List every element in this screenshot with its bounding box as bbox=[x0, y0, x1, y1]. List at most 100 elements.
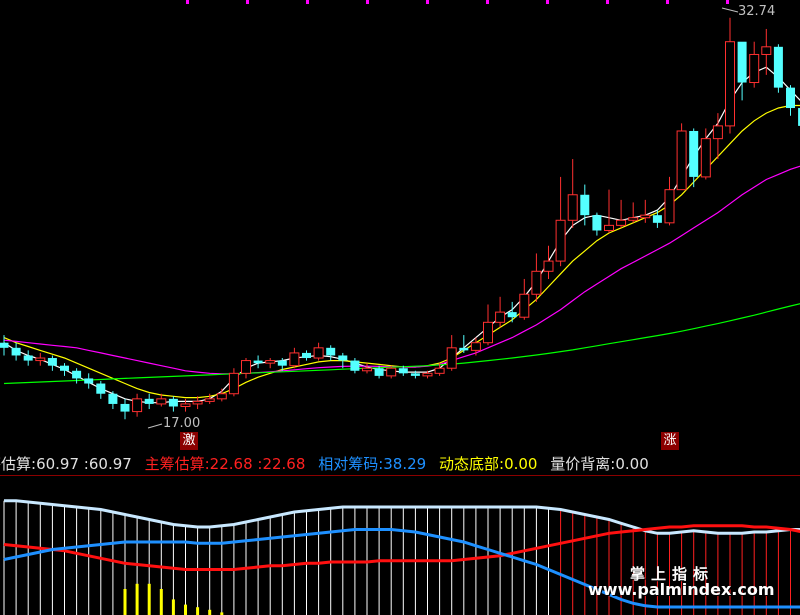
indicator-readout-bar: 筹估算:60.97 :60.97 主筹估算:22.68 :22.68 相对筹码:… bbox=[0, 453, 800, 475]
candle-body-up bbox=[725, 41, 735, 127]
candle-body-down bbox=[60, 365, 69, 371]
candle-body-up bbox=[265, 360, 276, 364]
candle-body-up bbox=[35, 357, 46, 362]
volume-price-divergence-value: 0.00 bbox=[615, 455, 649, 473]
relative-chip-label: 相对筹码 bbox=[318, 455, 379, 473]
candle-body-up bbox=[241, 360, 251, 374]
top-marker bbox=[366, 0, 369, 4]
candle-body-up bbox=[156, 398, 167, 405]
candle-body-down bbox=[580, 194, 590, 216]
stock-chart-window: { "indicator_bar": { "item1": {"label":"… bbox=[0, 0, 800, 615]
candle-body-up bbox=[289, 352, 300, 367]
candle-body-up bbox=[313, 347, 324, 359]
candle-body-up bbox=[204, 398, 215, 402]
candle-body-down bbox=[253, 360, 263, 364]
price-chart bbox=[0, 0, 800, 615]
candle-body-up bbox=[700, 138, 711, 178]
candle-body-down bbox=[120, 403, 130, 412]
candle-body-down bbox=[108, 393, 118, 404]
candle-body-up bbox=[531, 270, 542, 295]
candle-body-up bbox=[712, 125, 723, 140]
candle-body-down bbox=[350, 360, 360, 371]
top-marker bbox=[186, 0, 189, 4]
candle-body-down bbox=[689, 130, 699, 177]
chip-estimate-value2: 60.97 bbox=[88, 455, 132, 473]
ma-line-ma20 bbox=[3, 165, 800, 375]
chip-estimate-label: 筹估算 bbox=[0, 455, 32, 473]
ma-line-ma5 bbox=[3, 66, 800, 404]
top-marker bbox=[726, 0, 729, 4]
top-marker bbox=[306, 0, 309, 4]
main-chip-value2: 22.68 bbox=[262, 455, 306, 473]
candle-body-down bbox=[459, 347, 469, 351]
candle-body-up bbox=[362, 367, 372, 372]
candle-body-up bbox=[495, 311, 506, 323]
watermark-url: www.palmindex.com bbox=[588, 580, 775, 599]
candle-body-down bbox=[11, 347, 21, 356]
candle-body-down bbox=[84, 378, 94, 384]
candle-body-up bbox=[180, 403, 191, 407]
candle-body-up bbox=[555, 219, 566, 262]
candle-body-up bbox=[628, 217, 639, 221]
high-price-label: 32.74 bbox=[738, 4, 776, 19]
candle-body-down bbox=[277, 360, 287, 366]
candle-body-up bbox=[483, 321, 493, 344]
low-pointer bbox=[147, 423, 163, 429]
candle-body-up bbox=[567, 194, 578, 221]
candle-body-down bbox=[398, 368, 408, 374]
main-chip-label: 主筹估算 bbox=[144, 455, 205, 473]
candle-body-down bbox=[144, 398, 154, 404]
high-pointer bbox=[721, 7, 739, 13]
pane-divider bbox=[0, 475, 800, 476]
candle-body-up bbox=[192, 400, 203, 405]
candle-body-up bbox=[132, 398, 143, 413]
top-marker bbox=[666, 0, 669, 4]
candle-body-down bbox=[592, 215, 602, 231]
candle-body-up bbox=[676, 130, 687, 191]
top-marker bbox=[606, 0, 609, 4]
top-marker bbox=[426, 0, 429, 4]
chip-estimate-value1: 60.97 bbox=[36, 455, 80, 473]
relative-chip-value: 38.29 bbox=[383, 455, 427, 473]
candle-body-up bbox=[434, 367, 445, 374]
candle-body-down bbox=[0, 342, 9, 348]
candle-body-down bbox=[96, 383, 106, 394]
dynamic-bottom-label: 动态底部 bbox=[439, 455, 500, 473]
top-marker bbox=[486, 0, 489, 4]
candle-body-up bbox=[470, 342, 481, 351]
low-price-label: 17.00 bbox=[163, 416, 201, 431]
candle-body-down bbox=[737, 41, 747, 83]
candle-body-down bbox=[374, 368, 384, 376]
dynamic-bottom-value: 0.00 bbox=[504, 455, 538, 473]
top-marker bbox=[246, 0, 249, 4]
candle-body-down bbox=[410, 373, 420, 376]
buy-signal-tag[interactable]: 激 bbox=[180, 432, 198, 450]
candle-body-down bbox=[338, 355, 348, 361]
candle-body-down bbox=[47, 358, 57, 366]
candle-body-down bbox=[773, 46, 783, 88]
rise-signal-tag[interactable]: 涨 bbox=[661, 432, 679, 450]
candle-body-down bbox=[168, 398, 178, 407]
candle-body-up bbox=[228, 372, 239, 395]
candle-body-up bbox=[519, 293, 530, 318]
candle-body-up bbox=[216, 393, 227, 400]
candle-body-up bbox=[543, 260, 554, 272]
candle-body-down bbox=[786, 87, 795, 109]
candle-body-down bbox=[652, 215, 662, 223]
volume-price-divergence-label: 量价背离 bbox=[550, 455, 611, 473]
candle-body-up bbox=[664, 189, 675, 224]
candle-body-down bbox=[326, 347, 336, 356]
candle-body-down bbox=[23, 355, 33, 361]
candle-body-up bbox=[761, 46, 772, 55]
candle-body-up bbox=[386, 367, 397, 377]
candle-body-up bbox=[422, 372, 433, 377]
candle-body-down bbox=[72, 370, 82, 379]
candle-body-up bbox=[616, 219, 627, 226]
candle-body-down bbox=[302, 352, 311, 359]
main-chip-value1: 22.68 bbox=[209, 455, 253, 473]
candle-body-up bbox=[446, 347, 457, 369]
candle-body-down bbox=[507, 312, 517, 318]
top-marker bbox=[546, 0, 549, 4]
candle-body-up bbox=[604, 224, 614, 231]
candle-body-up bbox=[749, 53, 760, 84]
